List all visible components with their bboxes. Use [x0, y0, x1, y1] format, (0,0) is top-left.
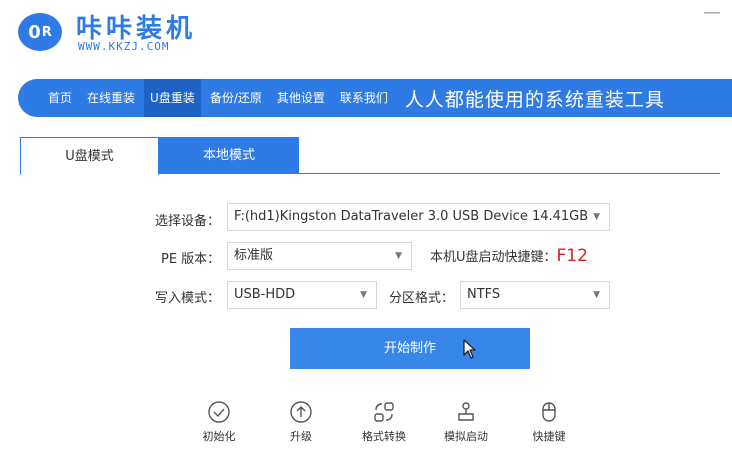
minimize-button[interactable]: —: [702, 2, 722, 23]
tool-upgrade[interactable]: 升级: [269, 400, 333, 444]
app-logo: 0R: [18, 13, 62, 51]
hotkey-value: F12: [556, 246, 588, 266]
nav-item-contact[interactable]: 联系我们: [334, 79, 394, 117]
chevron-down-icon: ▼: [395, 251, 402, 261]
main-nav: 首页 在线重装 U盘重装 备份/还原 其他设置 联系我们 人人都能使用的系统重装…: [18, 79, 732, 117]
chevron-down-icon: ▼: [593, 212, 600, 222]
pe-value: 标准版: [234, 248, 274, 263]
partition-label: 分区格式：: [389, 291, 455, 306]
mode-tabs: U盘模式 本地模式: [20, 137, 720, 175]
tab-local-mode[interactable]: 本地模式: [159, 137, 299, 174]
upload-circle-icon: [290, 401, 312, 423]
write-mode-value: USB-HDD: [234, 287, 296, 302]
chevron-down-icon: ▼: [593, 290, 600, 300]
tool-label: 快捷键: [532, 430, 566, 443]
tool-label: 模拟启动: [444, 430, 488, 443]
tool-format-convert[interactable]: 格式转换: [352, 400, 416, 444]
hotkey-info: 本机U盘启动快捷键：F12: [430, 246, 588, 266]
convert-icon: [374, 402, 394, 422]
nav-slogan: 人人都能使用的系统重装工具: [404, 88, 665, 111]
hotkey-label: 本机U盘启动快捷键：: [430, 250, 557, 265]
tool-label: 升级: [290, 430, 312, 443]
tool-label: 初始化: [202, 430, 236, 443]
mouse-icon: [542, 402, 556, 422]
nav-item-other-settings[interactable]: 其他设置: [271, 79, 331, 117]
check-circle-icon: [208, 401, 230, 423]
mouse-cursor-icon: [463, 339, 476, 359]
nav-item-backup-restore[interactable]: 备份/还原: [204, 79, 268, 117]
tool-initialize[interactable]: 初始化: [187, 400, 251, 444]
nav-item-home[interactable]: 首页: [42, 79, 78, 117]
nav-item-usb-reinstall[interactable]: U盘重装: [144, 79, 201, 117]
start-make-button[interactable]: 开始制作: [290, 328, 530, 369]
device-select[interactable]: F:(hd1)Kingston DataTraveler 3.0 USB Dev…: [227, 203, 610, 231]
pe-version-select[interactable]: 标准版 ▼: [227, 242, 412, 270]
tab-usb-mode[interactable]: U盘模式: [20, 137, 159, 175]
tool-label: 格式转换: [362, 430, 406, 443]
tool-hotkeys[interactable]: 快捷键: [517, 400, 581, 444]
app-url: WWW.KKZJ.COM: [78, 40, 170, 53]
pe-label: PE 版本：: [161, 252, 221, 267]
device-label: 选择设备：: [155, 214, 221, 229]
simulate-boot-icon: [458, 402, 474, 421]
device-value: F:(hd1)Kingston DataTraveler 3.0 USB Dev…: [234, 209, 589, 224]
nav-item-online-reinstall[interactable]: 在线重装: [81, 79, 141, 117]
write-mode-label: 写入模式：: [155, 291, 221, 306]
chevron-down-icon: ▼: [360, 290, 367, 300]
partition-value: NTFS: [467, 287, 501, 302]
write-mode-select[interactable]: USB-HDD ▼: [227, 281, 377, 309]
tool-simulate-boot[interactable]: 模拟启动: [434, 400, 498, 444]
partition-format-select[interactable]: NTFS ▼: [460, 281, 610, 309]
logo-text: 0: [28, 21, 41, 43]
